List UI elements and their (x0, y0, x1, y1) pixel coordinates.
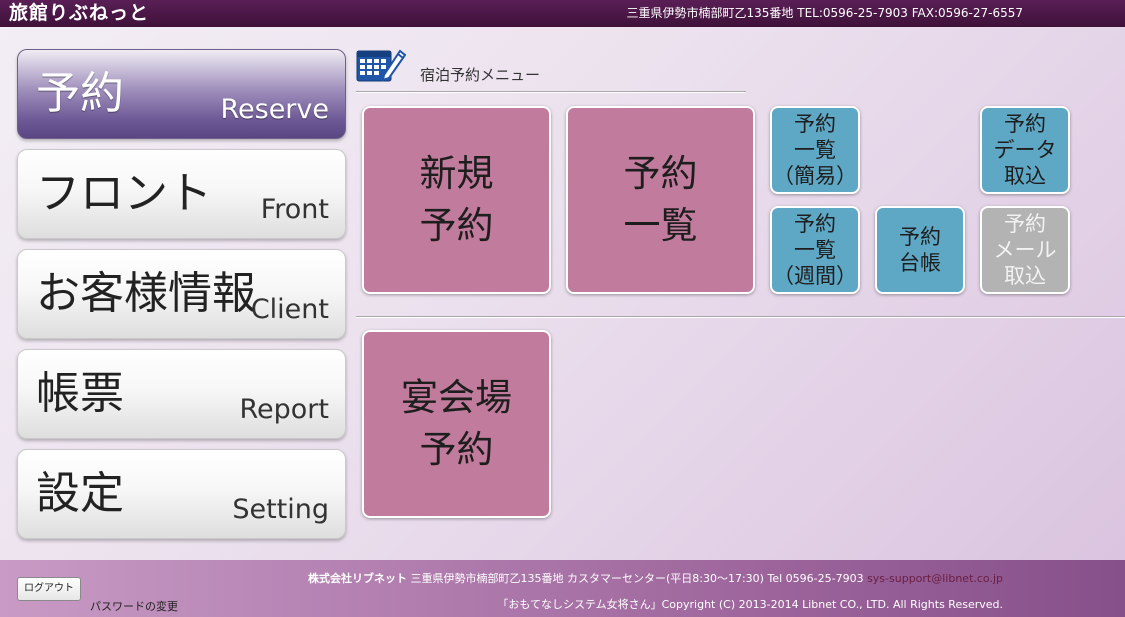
header-bar: 旅館りぶねっと 三重県伊勢市楠部町乙135番地 TEL:0596-25-7903… (0, 0, 1125, 27)
sidebar-item-label-jp: フロント (36, 168, 212, 219)
tile-label: 予約 データ 取込 (993, 112, 1057, 188)
banquet-reservation-tile[interactable]: 宴会場 予約 (362, 330, 551, 518)
reservation-list-simple-tile[interactable]: 予約 一覧 （簡易） (770, 106, 860, 194)
sidebar-item-reserve[interactable]: 予約 Reserve (17, 49, 346, 139)
reservation-list-tile[interactable]: 予約 一覧 (566, 106, 755, 294)
logout-button[interactable]: ログアウト (17, 577, 81, 601)
sidebar-item-label-en: Front (260, 194, 329, 225)
sidebar-item-setting[interactable]: 設定 Setting (17, 449, 346, 539)
sidebar-item-label-jp: 帳票 (36, 368, 124, 419)
change-password-link[interactable]: パスワードの変更 (90, 598, 178, 614)
tile-label: 宴会場 予約 (401, 376, 512, 471)
company-name: 株式会社リブネット (308, 572, 407, 585)
support-email[interactable]: sys-support@libnet.co.jp (867, 572, 1003, 585)
reservation-ledger-tile[interactable]: 予約 台帳 (875, 206, 965, 294)
menu-title: 宿泊予約メニュー (420, 66, 541, 84)
tile-label: 予約 一覧 （週間） (773, 212, 857, 288)
section-divider (356, 316, 1125, 318)
sidebar-item-label-jp: お客様情報 (36, 268, 256, 319)
sidebar-item-report[interactable]: 帳票 Report (17, 349, 346, 439)
tile-label: 新規 予約 (419, 152, 494, 247)
app-title: 旅館りぶねっと (9, 2, 150, 24)
tile-label: 予約 一覧 (623, 152, 698, 247)
tile-label: 予約 メール 取込 (993, 212, 1057, 288)
menu-header-divider (356, 91, 746, 93)
reservation-mail-import-tile[interactable]: 予約 メール 取込 (980, 206, 1070, 294)
new-reservation-tile[interactable]: 新規 予約 (362, 106, 551, 294)
sidebar-item-client[interactable]: お客様情報 Client (17, 249, 346, 339)
tile-label: 予約 台帳 (899, 225, 941, 275)
tile-label: 予約 一覧 （簡易） (773, 112, 857, 188)
sidebar-item-label-jp: 設定 (36, 468, 124, 519)
header-contact: 三重県伊勢市楠部町乙135番地 TEL:0596-25-7903 FAX:059… (626, 6, 1023, 20)
sidebar-item-front[interactable]: フロント Front (17, 149, 346, 239)
sidebar-item-label-en: Setting (232, 494, 329, 525)
calendar-edit-icon (356, 45, 407, 83)
sidebar-item-label-jp: 予約 (36, 68, 124, 119)
sidebar-item-label-en: Reserve (220, 94, 329, 125)
footer-company-info: 株式会社リブネット 三重県伊勢市楠部町乙135番地 カスタマーセンター(平日8:… (308, 572, 1003, 586)
sidebar-item-label-en: Report (239, 394, 329, 425)
reservation-data-import-tile[interactable]: 予約 データ 取込 (980, 106, 1070, 194)
reservation-list-weekly-tile[interactable]: 予約 一覧 （週間） (770, 206, 860, 294)
footer-bar: ログアウト パスワードの変更 株式会社リブネット 三重県伊勢市楠部町乙135番地… (0, 560, 1125, 617)
copyright-text: 「おもてなしシステム女将さん」Copyright (C) 2013-2014 L… (497, 598, 1003, 611)
sidebar-item-label-en: Client (250, 294, 329, 325)
company-address: 三重県伊勢市楠部町乙135番地 カスタマーセンター(平日8:30～17:30) … (407, 572, 868, 585)
